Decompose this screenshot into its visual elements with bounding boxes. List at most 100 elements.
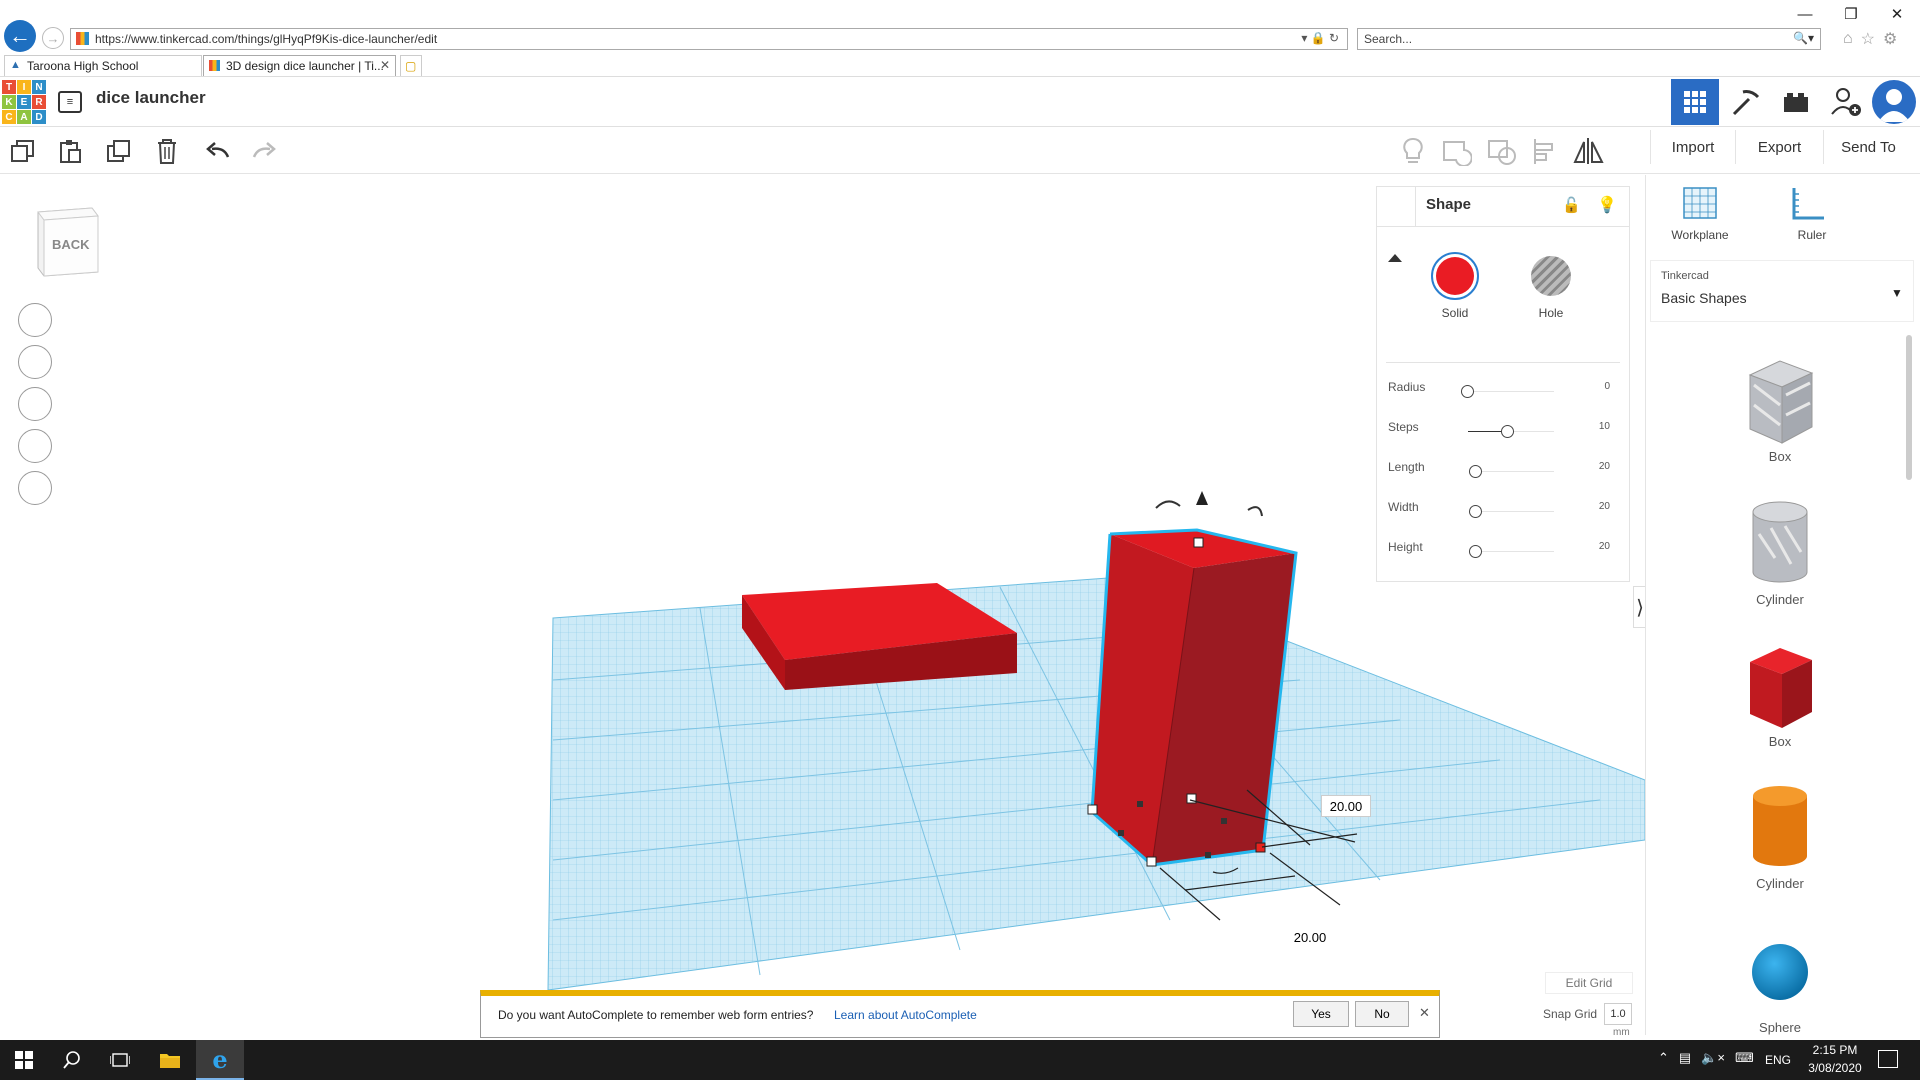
hole-button[interactable] bbox=[1531, 256, 1571, 296]
copy-button[interactable] bbox=[6, 134, 40, 168]
search-input[interactable]: Search... 🔍▾ bbox=[1357, 28, 1821, 50]
ungroup-icon[interactable] bbox=[1486, 136, 1518, 166]
mirror-icon[interactable] bbox=[1572, 136, 1606, 166]
settings-gear-icon[interactable]: ⚙ bbox=[1883, 29, 1897, 49]
browser-toolbar-icons[interactable]: ⌂ ☆ ⚙ bbox=[1843, 28, 1918, 50]
width-slider-knob[interactable] bbox=[1469, 505, 1482, 518]
dimension-input-width[interactable]: 20.00 bbox=[1321, 795, 1371, 817]
ortho-view-button[interactable] bbox=[18, 471, 52, 505]
radius-slider-track[interactable] bbox=[1466, 391, 1554, 392]
tab-close-icon[interactable]: ✕ bbox=[380, 58, 390, 72]
task-view-button[interactable] bbox=[96, 1040, 144, 1080]
edit-grid-button[interactable]: Edit Grid bbox=[1545, 972, 1633, 994]
close-notification-icon[interactable]: ✕ bbox=[1419, 1005, 1430, 1021]
design-list-icon[interactable]: ≡ bbox=[58, 91, 82, 113]
tab-tinkercad[interactable]: 3D design dice launcher | Ti... ✕ bbox=[203, 55, 396, 76]
dimension-input-length[interactable]: 20.00 bbox=[1285, 926, 1335, 948]
restore-button[interactable]: ❐ bbox=[1828, 0, 1874, 28]
start-button[interactable] bbox=[0, 1040, 48, 1080]
steps-value[interactable]: 10 bbox=[1590, 421, 1610, 432]
lift-arrow-icon[interactable] bbox=[1196, 491, 1208, 505]
action-center-icon[interactable] bbox=[1878, 1050, 1898, 1068]
width-value[interactable]: 20 bbox=[1590, 501, 1610, 512]
tall-red-box-selected[interactable] bbox=[1090, 528, 1298, 867]
panel-scrollbar[interactable] bbox=[1906, 335, 1912, 480]
system-tray-icons[interactable]: ⌃ ▤ 🔈× ⌨ bbox=[1658, 1050, 1754, 1066]
volume-muted-icon[interactable]: 🔈× bbox=[1701, 1050, 1725, 1066]
shape-library-dropdown[interactable]: Tinkercad Basic Shapes ▼ bbox=[1650, 260, 1914, 322]
steps-param: Steps bbox=[1388, 420, 1419, 440]
internet-explorer-button[interactable]: e bbox=[196, 1040, 244, 1080]
zoom-out-button[interactable] bbox=[18, 429, 52, 463]
visibility-bulb-icon[interactable]: 💡 bbox=[1597, 195, 1617, 215]
align-icon[interactable] bbox=[1532, 136, 1558, 166]
import-button[interactable]: Import bbox=[1650, 130, 1735, 164]
width-slider-track[interactable] bbox=[1474, 511, 1554, 512]
tab-taroona[interactable]: ▲ Taroona High School bbox=[4, 55, 202, 76]
3d-view-button[interactable] bbox=[1671, 79, 1719, 125]
search-icon[interactable]: 🔍▾ bbox=[1793, 31, 1814, 45]
design-title[interactable]: dice launcher bbox=[96, 88, 206, 108]
minimize-button[interactable]: — bbox=[1782, 0, 1828, 28]
height-value[interactable]: 20 bbox=[1590, 541, 1610, 552]
zoom-in-button[interactable] bbox=[18, 387, 52, 421]
shape-item-cylinder-hole[interactable]: Cylinder bbox=[1720, 498, 1840, 608]
steps-slider-knob[interactable] bbox=[1501, 425, 1514, 438]
close-window-button[interactable]: ✕ bbox=[1874, 0, 1920, 28]
radius-slider-knob[interactable] bbox=[1461, 385, 1474, 398]
param-label: Height bbox=[1388, 540, 1423, 554]
back-button[interactable]: ← bbox=[4, 20, 36, 52]
height-slider-knob[interactable] bbox=[1469, 545, 1482, 558]
home-view-button[interactable] bbox=[18, 303, 52, 337]
network-icon[interactable]: ▤ bbox=[1679, 1050, 1691, 1066]
home-icon[interactable]: ⌂ bbox=[1843, 30, 1853, 48]
undo-button[interactable] bbox=[200, 134, 234, 168]
lego-bricks-button[interactable] bbox=[1772, 79, 1820, 125]
rotate-handles[interactable] bbox=[1155, 500, 1263, 517]
collapse-caret-icon[interactable] bbox=[1388, 254, 1402, 262]
duplicate-button[interactable] bbox=[102, 134, 136, 168]
search-taskbar-button[interactable] bbox=[48, 1040, 96, 1080]
fit-view-button[interactable] bbox=[18, 345, 52, 379]
height-slider-track[interactable] bbox=[1474, 551, 1554, 552]
shape-item-box-hole[interactable]: Box bbox=[1720, 355, 1840, 465]
favorites-star-icon[interactable]: ☆ bbox=[1861, 29, 1875, 49]
forward-button[interactable]: → bbox=[42, 27, 64, 49]
tray-chevron-icon[interactable]: ⌃ bbox=[1658, 1050, 1669, 1066]
radius-value[interactable]: 0 bbox=[1590, 381, 1610, 392]
clock-date[interactable]: 3/08/2020 bbox=[1802, 1061, 1868, 1075]
file-explorer-button[interactable] bbox=[146, 1040, 194, 1080]
solid-color-button[interactable] bbox=[1431, 252, 1479, 300]
lock-icon[interactable]: 🔓 bbox=[1562, 196, 1581, 214]
group-icon[interactable] bbox=[1440, 136, 1472, 166]
clock-time[interactable]: 2:15 PM bbox=[1802, 1043, 1868, 1057]
length-slider-knob[interactable] bbox=[1469, 465, 1482, 478]
length-slider-track[interactable] bbox=[1474, 471, 1554, 472]
no-button[interactable]: No bbox=[1355, 1001, 1409, 1027]
invite-people-button[interactable] bbox=[1822, 79, 1870, 125]
learn-autocomplete-link[interactable]: Learn about AutoComplete bbox=[834, 1008, 977, 1022]
minecraft-build-button[interactable] bbox=[1722, 79, 1770, 125]
length-value[interactable]: 20 bbox=[1590, 461, 1610, 472]
ruler-tool[interactable] bbox=[1790, 186, 1830, 226]
tinkercad-logo[interactable]: T I N K E R C A D bbox=[2, 80, 46, 124]
delete-button[interactable] bbox=[150, 134, 184, 168]
snap-grid-unit: mm bbox=[1613, 1027, 1630, 1038]
redo-button[interactable] bbox=[248, 134, 282, 168]
paste-button[interactable] bbox=[54, 134, 88, 168]
user-avatar[interactable] bbox=[1872, 80, 1916, 124]
snap-grid-select[interactable]: 1.0 bbox=[1604, 1003, 1632, 1025]
export-button[interactable]: Export bbox=[1735, 130, 1823, 164]
send-to-button[interactable]: Send To bbox=[1823, 130, 1913, 164]
light-bulb-icon[interactable] bbox=[1400, 136, 1426, 166]
shape-item-sphere[interactable]: Sphere bbox=[1720, 942, 1840, 1040]
new-tab-button[interactable]: ▢ bbox=[400, 55, 422, 76]
address-bar[interactable]: https://www.tinkercad.com/things/glHyqPf… bbox=[70, 28, 1348, 50]
keyboard-icon[interactable]: ⌨ bbox=[1735, 1050, 1754, 1066]
yes-button[interactable]: Yes bbox=[1293, 1001, 1349, 1027]
address-controls-icon[interactable]: ▾ 🔒 ↻ bbox=[1301, 31, 1339, 45]
shape-item-box-solid[interactable]: Box bbox=[1720, 640, 1840, 750]
shape-item-cylinder-solid[interactable]: Cylinder bbox=[1720, 782, 1840, 892]
language-indicator[interactable]: ENG bbox=[1765, 1053, 1791, 1067]
view-cube[interactable]: BACK bbox=[34, 206, 100, 278]
